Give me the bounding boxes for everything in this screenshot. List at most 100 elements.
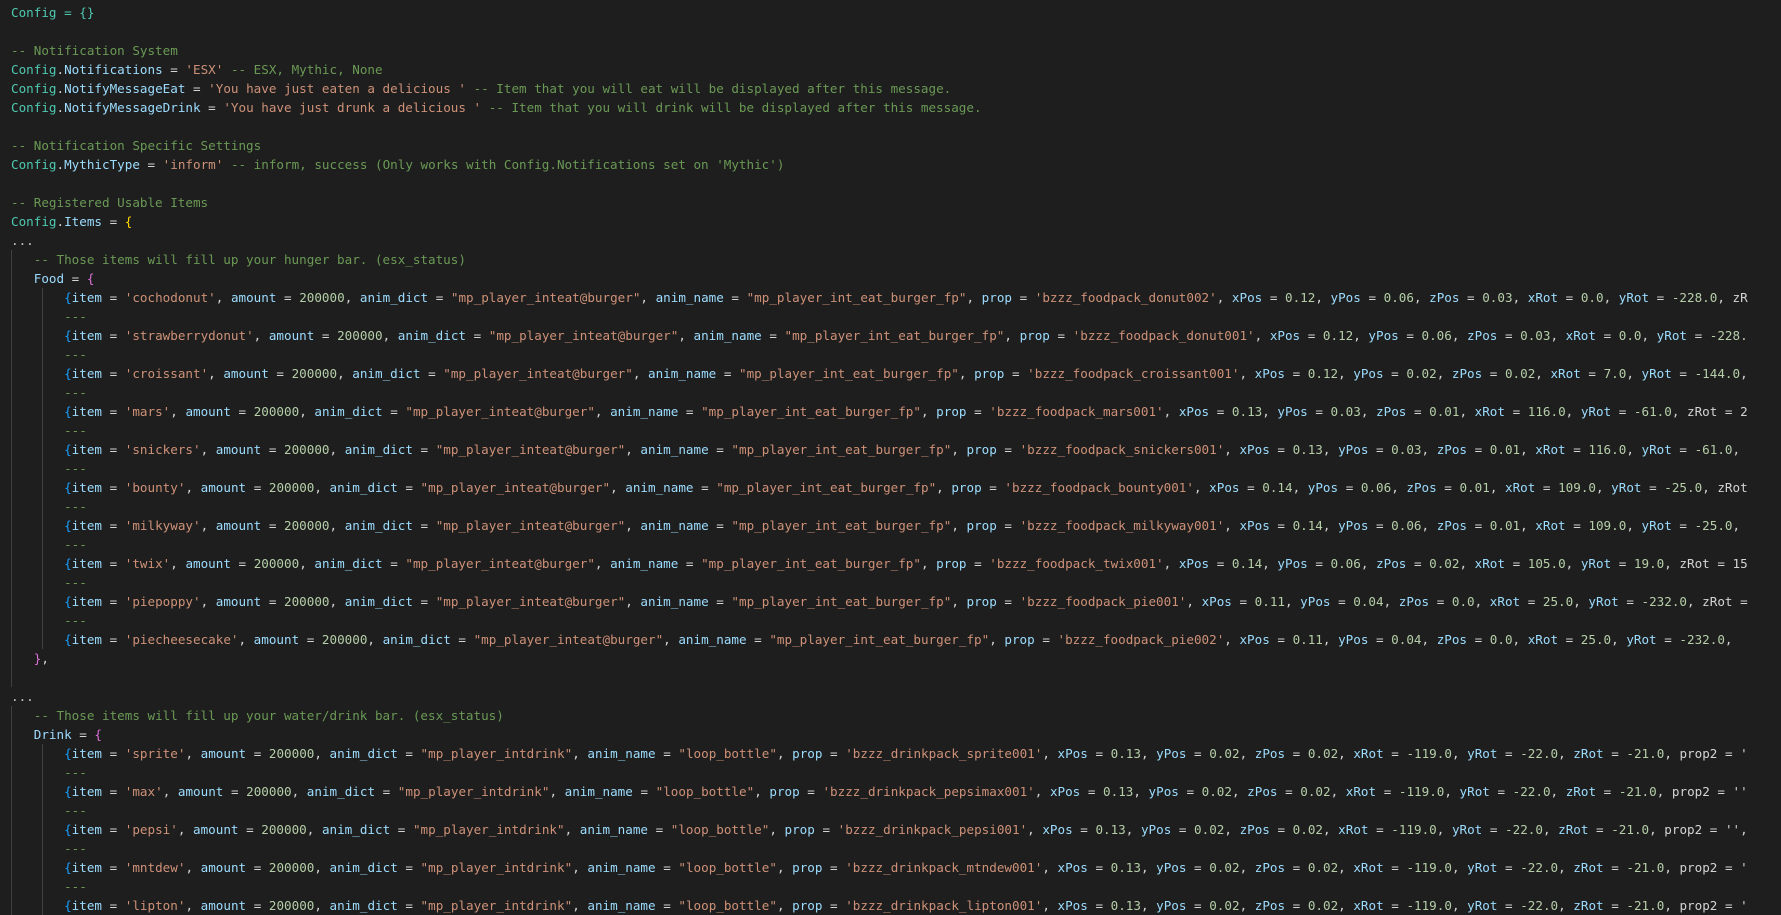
field-key-prop: prop <box>966 594 997 609</box>
field-value-xRot: 109.0 <box>1588 518 1627 533</box>
code-line-food-close[interactable]: }, <box>0 649 1781 668</box>
field-value-amount: 200000 <box>284 594 330 609</box>
code-line-notify-drink[interactable]: Config.NotifyMessageDrink = 'You have ju… <box>0 98 1781 117</box>
field-key-xRot: xRot <box>1353 898 1384 913</box>
field-value-anim_dict: "mp_player_inteat@burger" <box>435 518 626 533</box>
item-row[interactable]: {item = 'cochodonut', amount = 200000, a… <box>0 288 1781 307</box>
config-ident: Config <box>11 214 57 229</box>
field-key-prop: prop <box>936 404 967 419</box>
food-comment: -- Those items will fill up your hunger … <box>33 252 466 267</box>
mythic-value: 'inform' <box>162 157 224 172</box>
field-value-prop: 'bzzz_foodpack_bounty001' <box>1004 480 1194 495</box>
item-row[interactable]: {item = 'sprite', amount = 200000, anim_… <box>0 744 1781 763</box>
fold-marker[interactable]: ... <box>11 233 34 248</box>
field-key-anim_name: anim_name <box>587 746 656 761</box>
field-value-xRot: 116.0 <box>1527 404 1566 419</box>
field-key-anim_dict: anim_dict <box>344 518 413 533</box>
field-value-amount: 200000 <box>321 632 368 647</box>
code-line-config-init[interactable]: Config = {} <box>0 3 1781 22</box>
field-value-yRot: -22.0 <box>1520 898 1559 913</box>
item-row[interactable]: {item = 'croissant', amount = 200000, an… <box>0 364 1781 383</box>
field-key-yRot: yRot <box>1467 860 1498 875</box>
item-row[interactable]: {item = 'snickers', amount = 200000, ani… <box>0 440 1781 459</box>
code-line-food-comment[interactable]: -- Those items will fill up your hunger … <box>0 250 1781 269</box>
separator-text: --- <box>64 879 87 894</box>
field-value-xPos: 0.13 <box>1103 784 1134 799</box>
item-row[interactable]: {item = 'twix', amount = 200000, anim_di… <box>0 554 1781 573</box>
code-line-blank[interactable] <box>0 117 1781 136</box>
code-line-blank[interactable] <box>0 174 1781 193</box>
code-line-blank[interactable] <box>0 668 1781 687</box>
code-line-food-open[interactable]: Food = { <box>0 269 1781 288</box>
drink-comment: -- Those items will fill up your water/d… <box>33 708 504 723</box>
separator-text: --- <box>64 575 87 590</box>
field-key-zPos: zPos <box>1436 518 1468 533</box>
item-row[interactable]: {item = 'strawberrydonut', amount = 2000… <box>0 326 1781 345</box>
field-value-item: 'twix' <box>124 556 171 571</box>
item-row[interactable]: {item = 'mntdew', amount = 200000, anim_… <box>0 858 1781 877</box>
field-value-anim_name: "mp_player_int_eat_burger_fp" <box>701 404 921 419</box>
field-key-xPos: xPos <box>1178 556 1210 571</box>
item-row[interactable]: {item = 'lipton', amount = 200000, anim_… <box>0 896 1781 915</box>
field-key-yRot: yRot <box>1459 784 1490 799</box>
field-value-zPos: 0.02 <box>1307 746 1339 761</box>
code-line-items[interactable]: Config.Items = { <box>0 212 1781 231</box>
field-key-yPos: yPos <box>1156 746 1187 761</box>
code-line-drink-open[interactable]: Drink = { <box>0 725 1781 744</box>
field-value-zPos: 0.01 <box>1459 480 1490 495</box>
field-key-yPos: yPos <box>1156 898 1187 913</box>
code-line-comment-registered[interactable]: -- Registered Usable Items <box>0 193 1781 212</box>
item-row[interactable]: {item = 'milkyway', amount = 200000, ani… <box>0 516 1781 535</box>
field-key-xPos: xPos <box>1057 898 1088 913</box>
code-line-notifications[interactable]: Config.Notifications = 'ESX' -- ESX, Myt… <box>0 60 1781 79</box>
field-key-xPos: xPos <box>1049 784 1081 799</box>
field-key-item: item <box>71 442 103 457</box>
code-line-blank[interactable] <box>0 22 1781 41</box>
code-line-notify-eat[interactable]: Config.NotifyMessageEat = 'You have just… <box>0 79 1781 98</box>
item-row[interactable]: {item = 'piepoppy', amount = 200000, ani… <box>0 592 1781 611</box>
field-key-amount: amount <box>185 556 231 571</box>
field-value-xRot: 105.0 <box>1527 556 1566 571</box>
config-init-text: Config = {} <box>11 5 95 20</box>
item-row[interactable]: {item = 'piecheesecake', amount = 200000… <box>0 630 1781 649</box>
item-row[interactable]: {item = 'max', amount = 200000, anim_dic… <box>0 782 1781 801</box>
field-value-xRot: 0.0 <box>1580 290 1604 305</box>
field-value-item: 'max' <box>124 784 163 799</box>
code-line-fold[interactable]: ... <box>0 687 1781 706</box>
field-key-yPos: yPos <box>1300 594 1331 609</box>
code-line-fold[interactable]: ... <box>0 231 1781 250</box>
field-value-item: 'croissant' <box>124 366 209 381</box>
code-editor[interactable]: Config = {} -- Notification System Confi… <box>0 0 1781 915</box>
field-value-prop: 'bzzz_foodpack_donut002' <box>1034 290 1217 305</box>
separator-text: --- <box>64 613 87 628</box>
field-key-xPos: xPos <box>1231 290 1263 305</box>
item-row[interactable]: {item = 'mars', amount = 200000, anim_di… <box>0 402 1781 421</box>
item-row[interactable]: {item = 'bounty', amount = 200000, anim_… <box>0 478 1781 497</box>
code-line-comment-specific[interactable]: -- Notification Specific Settings <box>0 136 1781 155</box>
field-value-yPos: 0.02 <box>1209 860 1240 875</box>
fold-marker[interactable]: ... <box>11 689 34 704</box>
field-value-zPos: 0.02 <box>1300 784 1331 799</box>
field-key-prop: prop <box>974 366 1005 381</box>
field-key-anim_name: anim_name <box>625 480 694 495</box>
field-key-yRot: yRot <box>1618 290 1650 305</box>
field-value-item: 'piepoppy' <box>124 594 201 609</box>
separator-text: --- <box>64 499 87 514</box>
field-value-yRot: -22.0 <box>1520 860 1559 875</box>
field-key-item: item <box>71 594 103 609</box>
field-key-anim_dict: anim_dict <box>306 784 376 799</box>
field-value-xRot: 0.0 <box>1618 328 1642 343</box>
field-key-prop: prop <box>792 898 823 913</box>
code-line-comment-notify[interactable]: -- Notification System <box>0 41 1781 60</box>
row-tail: , prop2 = ' <box>1664 898 1748 913</box>
field-value-anim_name: "mp_player_int_eat_burger_fp" <box>716 480 937 495</box>
field-key-xRot: xRot <box>1474 404 1505 419</box>
field-value-amount: 200000 <box>284 442 330 457</box>
field-key-anim_name: anim_name <box>655 290 724 305</box>
code-line-mythic[interactable]: Config.MythicType = 'inform' -- inform, … <box>0 155 1781 174</box>
field-value-amount: 200000 <box>253 556 300 571</box>
item-row[interactable]: {item = 'pepsi', amount = 200000, anim_d… <box>0 820 1781 839</box>
field-value-zPos: 0.02 <box>1429 556 1460 571</box>
field-key-anim_name: anim_name <box>640 518 709 533</box>
code-line-drink-comment[interactable]: -- Those items will fill up your water/d… <box>0 706 1781 725</box>
